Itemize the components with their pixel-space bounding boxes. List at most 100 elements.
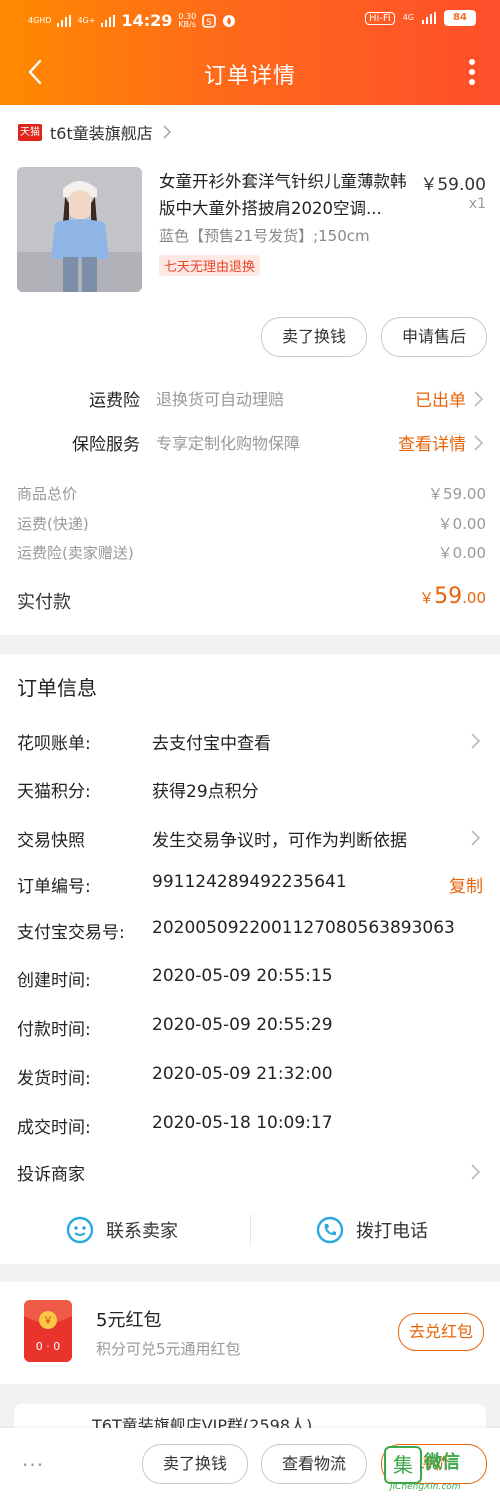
- svg-text:S: S: [206, 18, 212, 28]
- app-notification-icon: S: [202, 13, 217, 28]
- alipay-trade-value: 2020050922001127080563893063: [152, 918, 455, 938]
- envelope-text: 0 · 0: [35, 1340, 61, 1353]
- price-row-subtotal: 商品总价 ￥59.00: [17, 483, 486, 505]
- phone-icon: [316, 1216, 344, 1244]
- redeem-hongbao-button[interactable]: 去兑红包: [398, 1313, 484, 1351]
- shipped-time-value: 2020-05-09 21:32:00: [152, 1064, 333, 1084]
- shipped-time-label: 发货时间:: [17, 1069, 91, 1089]
- alipay-trade-row: 支付宝交易号: 2020050922001127080563893063: [17, 918, 487, 946]
- shipping-insurance-desc: 退换货可自动理赔: [156, 390, 285, 409]
- tmall-points-row: 天猫积分: 获得29点积分: [17, 777, 487, 805]
- product-image-icon: [17, 167, 142, 292]
- contact-seller-button[interactable]: 联系卖家: [66, 1204, 178, 1256]
- shipped-time-row: 发货时间: 2020-05-09 21:32:00: [17, 1064, 487, 1092]
- status-left: 4GHD 4G+ 14:29 0.30 KB/s S: [28, 11, 236, 30]
- watermark-url: JiChengXin.com: [390, 1482, 461, 1492]
- order-info-title: 订单信息: [17, 676, 97, 700]
- paid-integer: 59: [434, 584, 463, 609]
- complain-label: 投诉商家: [17, 1165, 85, 1185]
- status-time: 14:29: [121, 11, 173, 30]
- insurance-service-label: 保险服务: [72, 435, 140, 455]
- signal-icon-3: [422, 12, 436, 24]
- shipping-insurance-row[interactable]: 运费险 退换货可自动理赔 已出单: [0, 386, 500, 414]
- price-row-insurance: 运费险(卖家赠送) ￥0.00: [17, 542, 486, 564]
- call-phone-label: 拨打电话: [356, 1221, 428, 1242]
- net-speed-unit: KB/s: [178, 19, 197, 29]
- paid-time-label: 付款时间:: [17, 1020, 91, 1040]
- shop-row[interactable]: 天猫 t6t童装旗舰店: [18, 120, 173, 144]
- contact-bar: 联系卖家 拨打电话: [0, 1204, 500, 1256]
- watermark: 集 微信 JiChengXin.com: [384, 1444, 492, 1494]
- price-row-shipping: 运费(快递) ￥0.00: [17, 513, 486, 535]
- insurance-fee-value: ￥0.00: [437, 544, 486, 562]
- view-logistics-button[interactable]: 查看物流: [261, 1444, 367, 1484]
- shipping-insurance-status: 已出单: [415, 391, 466, 411]
- paid-amount: ￥59.00: [419, 584, 486, 609]
- paid-currency: ￥: [419, 589, 435, 607]
- chevron-right-icon: [471, 1164, 481, 1180]
- copy-button[interactable]: 复制: [449, 872, 483, 897]
- more-actions-button[interactable]: ···: [22, 1453, 44, 1477]
- chevron-right-icon: [471, 733, 481, 749]
- more-menu-button[interactable]: [462, 54, 482, 90]
- chevron-right-icon: [474, 391, 484, 407]
- net-speed: 0.30 KB/s: [178, 12, 197, 29]
- complain-merchant-row[interactable]: 投诉商家: [17, 1160, 487, 1188]
- svg-text:￥: ￥: [43, 1316, 53, 1327]
- product-thumbnail[interactable]: [17, 167, 142, 292]
- flame-icon: [223, 14, 236, 27]
- watermark-logo-icon: 集: [384, 1446, 422, 1484]
- snapshot-label: 交易快照: [17, 831, 85, 851]
- trade-snapshot-row[interactable]: 交易快照 发生交易争议时，可作为判断依据: [17, 826, 487, 854]
- paid-label: 实付款: [17, 592, 71, 613]
- shipping-insurance-label: 运费险: [89, 391, 140, 411]
- points-value: 获得29点积分: [152, 782, 259, 802]
- divider: [250, 1214, 251, 1246]
- sell-for-cash-button[interactable]: 卖了换钱: [261, 317, 367, 357]
- product-price: ￥59.00: [420, 175, 486, 195]
- chevron-right-icon: [471, 830, 481, 846]
- status-right: Hi-Fi 4G 84: [364, 10, 476, 26]
- app-header: 4GHD 4G+ 14:29 0.30 KB/s S Hi-Fi 4G 84 订…: [0, 0, 500, 105]
- huabei-bill-row[interactable]: 花呗账单: 去支付宝中查看: [17, 729, 487, 757]
- shipping-value: ￥0.00: [437, 515, 486, 533]
- huabei-label: 花呗账单:: [17, 734, 91, 754]
- snapshot-value: 发生交易争议时，可作为判断依据: [152, 831, 407, 851]
- product-title[interactable]: 女童开衫外套洋气针织儿童薄款韩版中大童外搭披肩2020空调...: [159, 168, 414, 222]
- battery-icon: 84: [444, 10, 476, 26]
- insurance-details-link[interactable]: 查看详情: [398, 430, 466, 455]
- subtotal-value: ￥59.00: [428, 485, 486, 503]
- chat-face-icon: [66, 1216, 94, 1244]
- bottom-sell-button[interactable]: 卖了换钱: [142, 1444, 248, 1484]
- deal-time-label: 成交时间:: [17, 1118, 91, 1138]
- tmall-logo-icon: 天猫: [18, 123, 42, 141]
- network-indicator: 4GHD: [28, 15, 52, 25]
- product-sku: 蓝色【预售21号发货】;150cm: [159, 227, 370, 245]
- hongbao-desc: 积分可兑5元通用红包: [96, 1340, 241, 1358]
- order-number-row: 订单编号: 991124289492235641 复制: [17, 872, 487, 900]
- insurance-service-row[interactable]: 保险服务 专享定制化购物保障 查看详情: [0, 430, 500, 458]
- network-indicator-2: 4G+: [77, 15, 96, 25]
- network-4g: 4G: [402, 13, 414, 22]
- shop-name: t6t童装旗舰店: [50, 124, 153, 143]
- title-bar: 订单详情: [0, 46, 500, 100]
- paid-amount-row: 实付款 ￥59.00: [17, 584, 486, 614]
- apply-aftersale-button[interactable]: 申请售后: [381, 317, 487, 357]
- paid-decimal: .00: [462, 589, 486, 607]
- status-bar: 4GHD 4G+ 14:29 0.30 KB/s S Hi-Fi 4G 84: [0, 0, 500, 38]
- points-label: 天猫积分:: [17, 782, 91, 802]
- hongbao-title: 5元红包: [96, 1310, 162, 1331]
- shipping-label: 运费(快递): [17, 515, 89, 533]
- alipay-trade-label: 支付宝交易号:: [17, 923, 125, 943]
- deal-time-value: 2020-05-18 10:09:17: [152, 1113, 333, 1133]
- contact-seller-label: 联系卖家: [106, 1221, 178, 1242]
- red-envelope-icon: ￥ 0 · 0: [24, 1300, 72, 1362]
- product-quantity: x1: [468, 196, 486, 212]
- call-phone-button[interactable]: 拨打电话: [316, 1204, 428, 1256]
- chevron-right-icon: [163, 125, 171, 139]
- huabei-value: 去支付宝中查看: [152, 734, 271, 754]
- more-vertical-icon: [469, 59, 475, 85]
- created-time-row: 创建时间: 2020-05-09 20:55:15: [17, 966, 487, 994]
- order-number-value: 991124289492235641: [152, 872, 347, 892]
- hifi-badge: Hi-Fi: [364, 11, 395, 25]
